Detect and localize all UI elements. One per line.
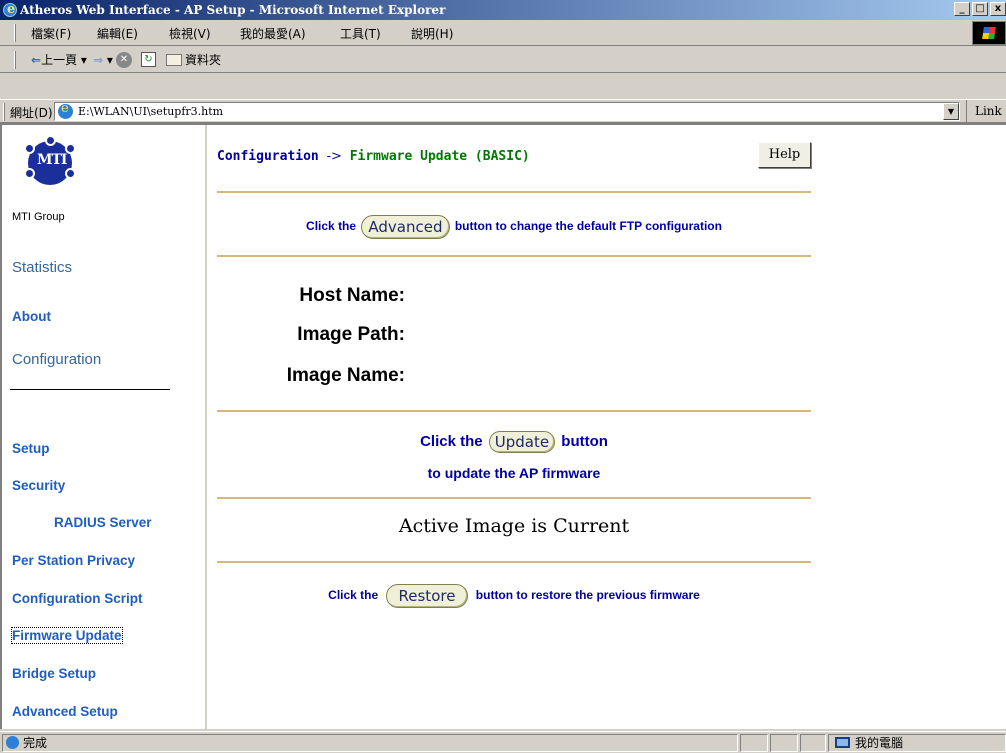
- restore-post-text: button to restore the previous firmware: [475, 588, 700, 603]
- section-divider: [217, 255, 811, 257]
- folders-button[interactable]: 資料夾: [166, 51, 221, 69]
- close-button[interactable]: x: [990, 2, 1006, 16]
- nav-frame: MTI MTI Group Statistics About Configura…: [2, 125, 207, 729]
- page-icon: [58, 101, 73, 119]
- logo-petal: [65, 168, 76, 179]
- browser-viewport: MTI MTI Group Statistics About Configura…: [0, 123, 1006, 729]
- update-button[interactable]: Update: [488, 431, 556, 453]
- status-bar: 完成 我的電腦: [0, 731, 1006, 753]
- advanced-pre-text: Click the: [306, 219, 357, 234]
- nav-link-security[interactable]: Security: [12, 478, 65, 493]
- nav-statistics[interactable]: Statistics: [12, 259, 72, 276]
- page-done-icon: [6, 736, 19, 749]
- menu-view[interactable]: 檢視(V): [169, 25, 211, 42]
- status-message: 完成: [23, 736, 48, 750]
- update-post-text: button: [561, 432, 608, 450]
- logo-caption: MTI Group: [12, 211, 65, 223]
- nav-link-setup[interactable]: Setup: [12, 441, 50, 456]
- status-cell: [770, 734, 798, 752]
- nav-configuration[interactable]: Configuration: [12, 351, 101, 368]
- maximize-button[interactable]: □: [972, 2, 988, 16]
- active-image-status: Active Image is Current: [398, 515, 630, 537]
- restore-pre-text: Click the: [328, 588, 379, 603]
- nav-link-firmware-update[interactable]: Firmware Update: [11, 627, 123, 644]
- page-title: Firmware Update (BASIC): [349, 149, 530, 164]
- window-title-bar[interactable]: Atheros Web Interface - AP Setup - Micro…: [0, 0, 1006, 20]
- menu-bar: 檔案(F) 編輯(E) 檢視(V) 我的最愛(A) 工具(T) 說明(H): [0, 20, 1006, 46]
- section-divider: [217, 191, 811, 193]
- menubar-grip[interactable]: [14, 24, 16, 42]
- nav-divider: [10, 389, 170, 390]
- address-bar: 網址(D) E:\WLAN\UI\setupfr3.htm ▼ Link: [0, 99, 1006, 123]
- links-button[interactable]: Link: [966, 100, 1002, 123]
- logo-petal: [65, 143, 76, 154]
- forward-arrow-icon: ⇒: [93, 53, 104, 67]
- address-value[interactable]: E:\WLAN\UI\setupfr3.htm: [78, 105, 223, 118]
- mti-logo: MTI: [24, 135, 76, 185]
- update-pre-text: Click the: [420, 432, 483, 450]
- back-button[interactable]: ⇐上一頁 ▾: [31, 51, 87, 69]
- my-computer-icon: [835, 737, 850, 748]
- update-instruction-line2: to update the AP firmware: [427, 465, 601, 481]
- folders-label: 資料夾: [185, 53, 222, 67]
- forward-button[interactable]: ⇒ ▾: [93, 51, 113, 69]
- restore-instruction: Click the Restore button to restore the …: [217, 584, 811, 608]
- menu-file[interactable]: 檔案(F): [31, 25, 71, 42]
- standard-toolbar: ⇐上一頁 ▾ ⇒ ▾ ✕ ↻ 資料夾: [0, 47, 1006, 73]
- address-input[interactable]: E:\WLAN\UI\setupfr3.htm ▼: [54, 101, 960, 121]
- image-name-label: Image Name:: [286, 365, 405, 386]
- back-dropdown-icon[interactable]: ▾: [81, 53, 87, 67]
- nav-link-radius-server[interactable]: RADIUS Server: [54, 515, 152, 530]
- back-label: 上一頁: [41, 53, 78, 67]
- section-divider: [217, 497, 811, 499]
- menu-help[interactable]: 說明(H): [411, 25, 453, 42]
- status-cell: [740, 734, 768, 752]
- minimize-button[interactable]: _: [954, 2, 970, 16]
- nav-link-bridge-setup[interactable]: Bridge Setup: [12, 666, 96, 681]
- logo-petal: [45, 135, 56, 146]
- status-cell: [800, 734, 826, 752]
- advanced-instruction: Click the Advanced button to change the …: [217, 215, 811, 239]
- zone-label: 我的電腦: [855, 736, 904, 750]
- main-frame: Configuration -> Firmware Update (BASIC)…: [209, 125, 1006, 729]
- back-arrow-icon: ⇐: [31, 53, 42, 67]
- menu-favorites[interactable]: 我的最愛(A): [240, 25, 306, 42]
- ie-icon: [3, 0, 17, 20]
- nav-link-per-station-privacy[interactable]: Per Station Privacy: [12, 553, 135, 568]
- mti-logo-mark: MTI: [37, 152, 67, 168]
- breadcrumb-separator: ->: [326, 149, 342, 164]
- nav-link-advanced-setup[interactable]: Advanced Setup: [12, 704, 118, 719]
- breadcrumb: Configuration -> Firmware Update (BASIC): [217, 149, 530, 164]
- image-path-label: Image Path:: [297, 324, 405, 345]
- logo-petal: [24, 168, 35, 179]
- nav-link-configuration-script[interactable]: Configuration Script: [12, 591, 143, 606]
- address-dropdown-icon[interactable]: ▼: [943, 103, 959, 120]
- refresh-icon[interactable]: ↻: [141, 52, 156, 67]
- addressbar-grip[interactable]: [3, 103, 5, 121]
- nav-about[interactable]: About: [12, 309, 51, 324]
- forward-dropdown-icon[interactable]: ▾: [107, 53, 113, 67]
- windows-logo-icon: [972, 21, 1006, 45]
- update-instruction: Click the Update button: [217, 431, 811, 453]
- window-controls: _ □ x: [954, 2, 1006, 16]
- section-divider: [217, 561, 811, 563]
- breadcrumb-root: Configuration: [217, 149, 319, 164]
- advanced-button[interactable]: Advanced: [361, 215, 450, 239]
- advanced-post-text: button to change the default FTP configu…: [454, 219, 722, 234]
- window-title: Atheros Web Interface - AP Setup - Micro…: [20, 3, 446, 17]
- toolbar-grip[interactable]: [14, 51, 16, 69]
- security-zone: 我的電腦: [828, 734, 1006, 752]
- host-name-label: Host Name:: [299, 285, 405, 306]
- status-text-panel: 完成: [2, 734, 738, 752]
- help-button[interactable]: Help: [758, 142, 811, 168]
- menu-tools[interactable]: 工具(T): [340, 25, 381, 42]
- section-divider: [217, 410, 811, 412]
- folders-icon: [166, 54, 182, 66]
- restore-button[interactable]: Restore: [385, 584, 469, 608]
- menu-edit[interactable]: 編輯(E): [97, 25, 138, 42]
- logo-petal: [24, 143, 35, 154]
- address-label: 網址(D): [10, 106, 53, 120]
- stop-icon[interactable]: ✕: [116, 52, 132, 68]
